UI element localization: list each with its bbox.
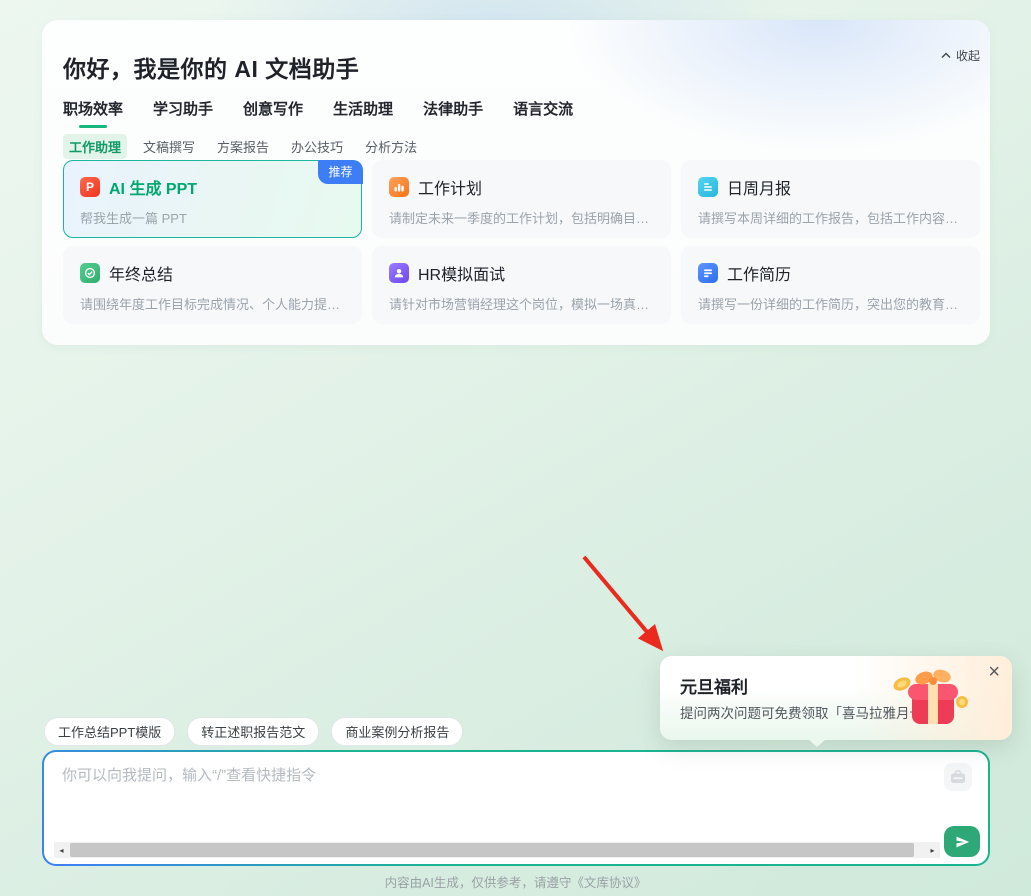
tab-creative-writing[interactable]: 创意写作 <box>243 98 303 128</box>
card-desc: 请撰写本周详细的工作报告，包括工作内容、... <box>698 208 964 227</box>
card-desc: 帮我生成一篇 PPT <box>80 208 346 227</box>
chevron-up-icon <box>941 52 951 59</box>
card-title: 工作简历 <box>727 261 791 285</box>
card-desc: 请针对市场营销经理这个岗位，模拟一场真实... <box>389 294 655 313</box>
sub-category-tabs: 工作助理 文稿撰写 方案报告 办公技巧 分析方法 <box>63 134 423 159</box>
subtab-office-tips[interactable]: 办公技巧 <box>285 134 349 159</box>
card-hr-mock-interview[interactable]: HR模拟面试 请针对市场营销经理这个岗位，模拟一场真实... <box>372 246 671 324</box>
scroll-right-arrow[interactable]: ▸ <box>925 842 940 858</box>
tab-language-exchange[interactable]: 语言交流 <box>513 98 573 128</box>
horizontal-scrollbar[interactable]: ◂ ▸ <box>54 842 940 858</box>
promo-title: 元旦福利 <box>680 673 748 698</box>
collapse-label: 收起 <box>956 47 980 64</box>
scrollbar-thumb[interactable] <box>70 843 914 857</box>
subtab-proposal-report[interactable]: 方案报告 <box>211 134 275 159</box>
interview-person-icon <box>389 263 409 283</box>
assistant-panel: 你好，我是你的 AI 文档助手 收起 职场效率 学习助手 创意写作 生活助理 法… <box>42 20 990 345</box>
send-icon <box>954 834 971 850</box>
new-year-promo-popup[interactable]: 元旦福利 提问两次问题可免费领取「喜马拉雅月卡」 × <box>660 656 1012 740</box>
disclaimer: 内容由AI生成，仅供参考，请遵守《文库协议》 <box>0 872 1031 891</box>
suggestion-tags: 工作总结PPT模版 转正述职报告范文 商业案例分析报告 <box>44 717 463 746</box>
gift-icon <box>890 662 976 734</box>
summary-check-icon <box>80 263 100 283</box>
card-daily-weekly-monthly-report[interactable]: 日周月报 请撰写本周详细的工作报告，包括工作内容、... <box>681 160 980 238</box>
popup-tail <box>808 739 826 747</box>
tag-work-summary-ppt-template[interactable]: 工作总结PPT模版 <box>44 717 175 746</box>
recommended-badge: 推荐 <box>318 160 362 184</box>
card-desc: 请撰写一份详细的工作简历，突出您的教育背... <box>698 294 964 313</box>
close-icon[interactable]: × <box>988 660 1000 684</box>
card-year-end-summary[interactable]: 年终总结 请围绕年度工作目标完成情况、个人能力提升... <box>63 246 362 324</box>
bar-chart-icon <box>389 177 409 197</box>
page-title: 你好，我是你的 AI 文档助手 <box>63 50 359 84</box>
card-title: HR模拟面试 <box>418 261 505 285</box>
card-title: 年终总结 <box>109 261 173 285</box>
tab-life-assistant[interactable]: 生活助理 <box>333 98 393 128</box>
chat-composer: ◂ ▸ <box>42 750 990 866</box>
scroll-left-arrow[interactable]: ◂ <box>54 842 69 858</box>
tab-workplace-efficiency[interactable]: 职场效率 <box>63 98 123 128</box>
subtab-analysis-methods[interactable]: 分析方法 <box>359 134 423 159</box>
send-button[interactable] <box>944 826 980 857</box>
ai-doc-assistant-page: 你好，我是你的 AI 文档助手 收起 职场效率 学习助手 创意写作 生活助理 法… <box>0 0 1031 896</box>
ppt-icon: P <box>80 177 100 197</box>
card-ai-generate-ppt[interactable]: 推荐 P AI 生成 PPT 帮我生成一篇 PPT <box>63 160 362 238</box>
card-title: 日周月报 <box>727 175 791 199</box>
category-tabs: 职场效率 学习助手 创意写作 生活助理 法律助手 语言交流 <box>63 98 573 128</box>
resume-doc-icon <box>698 263 718 283</box>
prompt-card-grid: 推荐 P AI 生成 PPT 帮我生成一篇 PPT 工作计划 请制定未来一季度的… <box>63 160 980 324</box>
chat-input[interactable] <box>62 764 782 808</box>
card-title: AI 生成 PPT <box>109 175 197 199</box>
subtab-manuscript-writing[interactable]: 文稿撰写 <box>137 134 201 159</box>
card-desc: 请围绕年度工作目标完成情况、个人能力提升... <box>80 294 346 313</box>
tag-business-case-analysis-report[interactable]: 商业案例分析报告 <box>331 717 463 746</box>
card-work-plan[interactable]: 工作计划 请制定未来一季度的工作计划，包括明确目标... <box>372 160 671 238</box>
briefcase-icon <box>950 770 966 784</box>
card-title: 工作计划 <box>418 175 482 199</box>
collapse-button[interactable]: 收起 <box>941 47 980 64</box>
disclaimer-text: 内容由AI生成，仅供参考，请遵守 <box>385 876 572 890</box>
toolbox-button[interactable] <box>944 763 972 791</box>
tab-legal-assistant[interactable]: 法律助手 <box>423 98 483 128</box>
card-work-resume[interactable]: 工作简历 请撰写一份详细的工作简历，突出您的教育背... <box>681 246 980 324</box>
card-desc: 请制定未来一季度的工作计划，包括明确目标... <box>389 208 655 227</box>
subtab-work-assistant[interactable]: 工作助理 <box>63 134 127 159</box>
tab-study-assistant[interactable]: 学习助手 <box>153 98 213 128</box>
scrollbar-track[interactable] <box>69 842 925 858</box>
tag-probation-report-sample[interactable]: 转正述职报告范文 <box>187 717 319 746</box>
library-agreement-link[interactable]: 《文库协议》 <box>571 876 646 890</box>
report-doc-icon <box>698 177 718 197</box>
